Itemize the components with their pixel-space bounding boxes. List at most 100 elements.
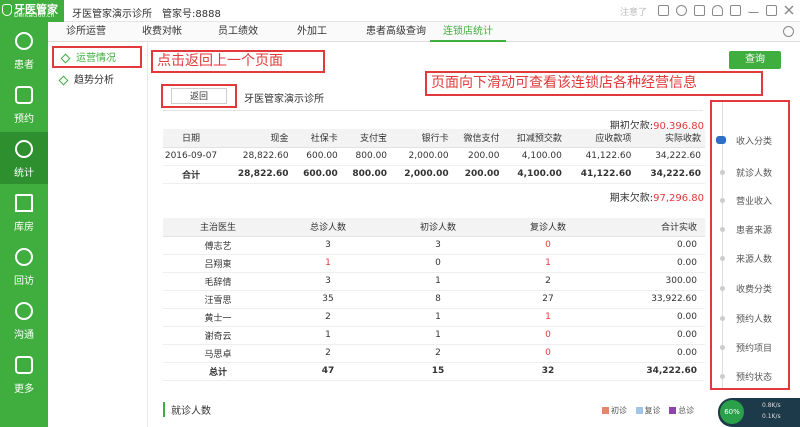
section-nav-revenue[interactable]: 营业收入 [712, 194, 788, 207]
diamond-icon [60, 53, 71, 64]
cell: 谢奇云 [163, 326, 273, 345]
user-name[interactable]: 注意了 [620, 5, 647, 18]
submenu-item-label: 运营情况 [76, 53, 116, 64]
table-total-row: 总计 47 15 32 34,222.60 [163, 362, 705, 381]
cell: 200.00 [452, 165, 504, 184]
cell: 0.00 [603, 308, 705, 327]
store-name: 牙医管家演示诊所 [244, 94, 324, 105]
sidebar-item-communication[interactable]: 沟通 [0, 294, 48, 346]
maximize-icon[interactable] [766, 5, 777, 16]
cell: 28,822.60 [223, 147, 293, 166]
cell: 34,222.60 [603, 362, 705, 381]
section-nav: 收入分类 就诊人数 营业收入 患者来源 来源人数 收费分类 预约人数 预约项目 … [710, 100, 790, 390]
col-cash: 现金 [223, 129, 293, 148]
cell: 1 [383, 326, 493, 345]
section-nav-fee-category[interactable]: 收费分类 [712, 282, 788, 295]
section-nav-label: 预约项目 [736, 344, 773, 354]
sidebar-item-appointments[interactable]: 预约 [0, 78, 48, 130]
annotation-scroll-hint: 页面向下滑动可查看该连锁店各种经营信息 [425, 71, 763, 96]
phone-icon[interactable] [694, 5, 705, 16]
dot-icon [720, 345, 725, 350]
submenu-item-trends[interactable]: 趋势分析 [52, 70, 142, 92]
refresh-icon[interactable] [676, 5, 687, 16]
col-first-visits: 初诊人数 [383, 218, 493, 237]
sidebar-item-patients[interactable]: 患者 [0, 24, 48, 76]
usage-gauge: 60% [720, 400, 744, 424]
section-nav-appointment-status[interactable]: 预约状态 [712, 370, 788, 383]
table-row: 2016-09-07 28,822.60 600.00 800.00 2,000… [163, 147, 705, 166]
pie-chart-icon [15, 140, 33, 158]
tab-outsourcing[interactable]: 外加工 [276, 22, 348, 42]
col-total-received: 合计实收 [603, 218, 705, 237]
cell: 34,222.60 [635, 147, 705, 166]
section-nav-label: 就诊人数 [736, 169, 773, 179]
bell-icon[interactable] [712, 5, 723, 16]
download-speed: 0.1K/s [762, 413, 781, 420]
section-nav-label: 收入分类 [736, 137, 773, 147]
cell: 吕翔東 [163, 254, 273, 273]
tab-clinic-ops[interactable]: 诊所运营 [50, 22, 122, 42]
section-nav-visit-count[interactable]: 就诊人数 [712, 166, 788, 179]
close-icon[interactable] [784, 5, 795, 16]
sidebar-item-label: 回访 [14, 276, 34, 287]
network-speed-widget[interactable]: 60% 0.8K/s 0.1K/s [718, 398, 800, 427]
sidebar-item-label: 统计 [14, 168, 34, 179]
upload-speed: 0.8K/s [762, 402, 781, 409]
person-icon [15, 32, 33, 50]
account-number: 管家号:8888 [162, 9, 221, 20]
cell: 800.00 [341, 165, 392, 184]
gear-icon[interactable] [783, 26, 794, 37]
doctor-table: 主治医生 总诊人数 初诊人数 复诊人数 合计实收 傅志艺 3 3 0 0.00 … [163, 218, 705, 381]
legend-swatch-total [669, 407, 677, 414]
cell: 0 [493, 236, 603, 255]
table-row: 吕翔東 1 0 1 0.00 [163, 254, 705, 273]
stats-submenu: 运营情况 趋势分析 [48, 42, 148, 427]
sidebar-item-more[interactable]: 更多 [0, 348, 48, 400]
shirt-icon[interactable] [730, 5, 741, 16]
sidebar-item-label: 库房 [14, 222, 34, 233]
cell: 总计 [163, 362, 273, 381]
col-wechat: 微信支付 [452, 129, 504, 148]
col-return-visits: 复诊人数 [493, 218, 603, 237]
clinic-name: 牙医管家演示诊所 [72, 9, 152, 20]
cell: 0 [383, 254, 493, 273]
message-icon[interactable] [658, 5, 669, 16]
sidebar-item-followup[interactable]: 回访 [0, 240, 48, 292]
dot-icon [720, 316, 725, 321]
cell: 0 [493, 344, 603, 363]
section-nav-label: 来源人数 [736, 255, 773, 265]
col-social-card: 社保卡 [292, 129, 342, 148]
section-nav-patient-source[interactable]: 患者来源 [712, 223, 788, 236]
cell: 35 [273, 290, 383, 309]
cell: 600.00 [292, 165, 342, 184]
sidebar-item-label: 预约 [14, 114, 34, 125]
submenu-item-operations[interactable]: 运营情况 [52, 46, 142, 68]
query-button[interactable]: 查询 [729, 51, 781, 69]
section-nav-income-category[interactable]: 收入分类 [712, 134, 788, 147]
section-nav-source-count[interactable]: 来源人数 [712, 252, 788, 265]
legend-swatch-return [635, 407, 643, 414]
table-row: 毛辞倩 3 1 2 300.00 [163, 272, 705, 291]
section-nav-appointment-count[interactable]: 预约人数 [712, 312, 788, 325]
back-button[interactable]: 返回 [171, 88, 227, 104]
dot-icon [720, 256, 725, 261]
tooth-icon [2, 4, 12, 16]
cell: 2 [383, 344, 493, 363]
logo-subtitle: Dental360.cn [14, 12, 55, 19]
tab-chain-stats[interactable]: 连锁店统计 [430, 22, 506, 42]
tab-billing[interactable]: 收费对帐 [126, 22, 198, 42]
divider [163, 110, 703, 111]
cell: 32 [493, 362, 603, 381]
sidebar-item-statistics[interactable]: 统计 [0, 132, 48, 184]
sidebar-item-warehouse[interactable]: 库房 [0, 186, 48, 238]
cell: 2 [273, 344, 383, 363]
section-nav-appointment-items[interactable]: 预约项目 [712, 341, 788, 354]
cell: 41,122.60 [565, 165, 636, 184]
col-bank-card: 银行卡 [391, 129, 453, 148]
tab-staff-performance[interactable]: 员工绩效 [202, 22, 274, 42]
cell: 3 [273, 272, 383, 291]
minimize-icon[interactable] [748, 5, 759, 13]
tab-patient-search[interactable]: 患者高级查询 [352, 22, 440, 42]
col-total-visits: 总诊人数 [273, 218, 383, 237]
cell: 2,000.00 [391, 147, 453, 166]
